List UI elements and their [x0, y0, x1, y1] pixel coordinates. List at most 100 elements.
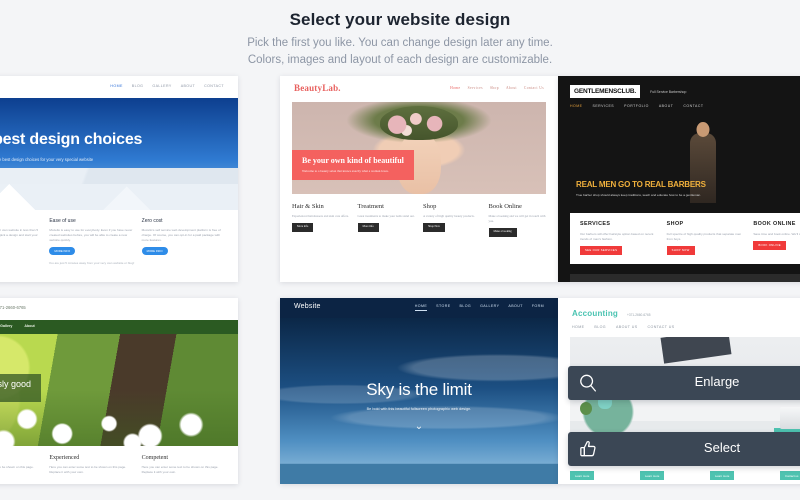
template3-nav-home[interactable]: HOME: [570, 104, 583, 109]
template1-column-1-text: You can create and publish your own webs…: [0, 227, 39, 237]
template1-nav-blog[interactable]: BLOG: [132, 84, 144, 89]
template1-navbar: WEBSITE HOME BLOG GALLERY ABOUT CONTACT: [0, 75, 238, 98]
template2-column-3: Shop A variety of high quality beauty pr…: [423, 202, 481, 237]
template-cell-2: BeautyLab. Home Services Shop About Cont…: [274, 75, 558, 282]
template3-nav-services[interactable]: SERVICES: [593, 104, 615, 109]
template1-column-3-button[interactable]: MORE INFO: [141, 246, 168, 255]
template3-column-2: SHOP Full spectre of high quality produc…: [666, 221, 746, 255]
template3-column-3-text: Save time and book online. We'll complet…: [753, 231, 800, 236]
template4-nav-gallery[interactable]: Gallery: [0, 324, 12, 329]
template-card-nature[interactable]: Nursery +371-2660-6765 Store Blog Galler…: [0, 297, 238, 484]
template4-column-1-title: Professional: [0, 454, 41, 463]
template5-nav-store[interactable]: STORE: [436, 304, 450, 311]
page-header: Select your website design Pick the firs…: [0, 0, 800, 76]
template2-column-1-button[interactable]: More info: [292, 222, 314, 232]
template1-hero: The best design choices Mozello gives yo…: [0, 98, 238, 210]
enlarge-button[interactable]: Enlarge: [568, 365, 800, 400]
template2-column-2-button[interactable]: More info: [357, 222, 379, 232]
desk-shadow-graphic: [660, 337, 732, 364]
template6-nav-contact-us[interactable]: CONTACT US: [648, 325, 675, 330]
template5-nav-form[interactable]: FORM: [532, 304, 544, 311]
template2-column-2-title: Treatment: [357, 202, 384, 210]
template1-column-2-button[interactable]: MORE INFO: [49, 246, 76, 255]
template4-column-3-text: Here you can enter some text to be shown…: [141, 465, 219, 475]
template3-nav-portfolio[interactable]: PORTFOLIO: [624, 104, 649, 109]
template1-nav-home[interactable]: HOME: [110, 84, 122, 89]
template5-nav-blog[interactable]: BLOG: [460, 304, 472, 311]
template1-nav-links: HOME BLOG GALLERY ABOUT CONTACT: [110, 84, 224, 89]
template6-column-3-button[interactable]: Learn more: [710, 471, 735, 481]
template5-nav-about[interactable]: ABOUT: [508, 304, 522, 311]
page-subtitle: Pick the first you like. You can change …: [0, 35, 800, 70]
template3-column-1-text: Our barbers will offer hairstyle option …: [580, 231, 654, 241]
template3-header: GENTLEMENSCLUB. Full Service Barbershop: [558, 76, 800, 98]
template2-nav-shop[interactable]: Shop: [490, 86, 499, 91]
template3-footer-bar: [570, 273, 800, 282]
template6-column-2-button[interactable]: Learn more: [640, 471, 665, 481]
template3-nav-contact[interactable]: CONTACT: [683, 104, 703, 109]
template-card-accounting[interactable]: Accounting +371-2660-6765 HOME BLOG ABOU…: [558, 297, 800, 484]
template2-column-1-title: Hair & Skin: [292, 202, 324, 210]
template1-column-1-title: Amazing speed: [0, 218, 41, 225]
template2-nav-services[interactable]: Services: [468, 86, 483, 91]
template5-logo: Website: [294, 303, 321, 311]
template2-column-4-text: Make a booking and we will get in touch …: [488, 213, 546, 223]
template3-column-1-button[interactable]: SEE OUR SERVICES: [580, 245, 623, 255]
template2-nav-home[interactable]: Home: [450, 86, 460, 91]
template3-hero-title: REAL MEN GO TO REAL BARBERS: [576, 179, 706, 189]
template3-column-2-text: Full spectre of high quality products th…: [666, 231, 742, 241]
chevron-down-icon[interactable]: ⌄: [280, 421, 558, 431]
template-card-beautylab[interactable]: BeautyLab. Home Services Shop About Cont…: [280, 75, 558, 282]
template3-column-3: BOOK ONLINE Save time and book online. W…: [753, 221, 800, 255]
template2-column-1-text: Experienced hairdressers and skin care o…: [292, 213, 349, 218]
template2-nav-about[interactable]: About: [506, 86, 517, 91]
template4-columns: Professional Here you can enter some tex…: [0, 446, 238, 482]
mountains-graphic: [280, 449, 558, 484]
template-cell-3: GENTLEMENSCLUB. Full Service Barbershop …: [548, 75, 800, 282]
template2-nav-links: Home Services Shop About Contact Us: [450, 86, 544, 91]
template1-nav-gallery[interactable]: GALLERY: [152, 84, 171, 89]
template2-logo: BeautyLab.: [294, 82, 341, 93]
template2-column-4: Book Online Make a booking and we will g…: [488, 202, 547, 237]
template4-hero-photo: Outrageously good Some descriptive text …: [0, 333, 238, 446]
template5-hero-text: Sky is the limit Be bold with this beaut…: [280, 378, 558, 432]
template3-nav-about[interactable]: ABOUT: [659, 104, 674, 109]
page-subtitle-line-2: Colors, images and layout of each design…: [247, 54, 553, 67]
template6-column-1-button[interactable]: Learn more: [570, 471, 595, 481]
template5-nav-gallery[interactable]: GALLERY: [480, 304, 499, 311]
template3-column-1-title: SERVICES: [580, 220, 611, 227]
template1-hero-title: The best design choices: [0, 130, 143, 148]
template-card-mozello-snow[interactable]: WEBSITE HOME BLOG GALLERY ABOUT CONTACT …: [0, 75, 238, 282]
template3-column-3-button[interactable]: BOOK ONLINE: [753, 240, 786, 250]
template2-column-4-button[interactable]: Make a booking: [488, 227, 517, 237]
template2-nav-contact-us[interactable]: Contact Us: [524, 86, 544, 91]
template6-nav-about-us[interactable]: ABOUT US: [616, 325, 638, 330]
template-card-gentlemensclub[interactable]: GENTLEMENSCLUB. Full Service Barbershop …: [558, 75, 800, 282]
template6-nav-blog[interactable]: BLOG: [594, 325, 606, 330]
template5-hero-title: Sky is the limit: [366, 379, 472, 399]
template2-column-1: Hair & Skin Experienced hairdressers and…: [292, 202, 350, 237]
template5-hero-subtitle: Be bold with this beautiful fullscreen p…: [366, 407, 472, 412]
template6-nav-home[interactable]: HOME: [572, 325, 584, 330]
template4-header: Nursery +371-2660-6765: [0, 297, 238, 320]
template2-columns: Hair & Skin Experienced hairdressers and…: [280, 194, 558, 243]
select-button[interactable]: Select: [568, 431, 800, 466]
template3-hero-photo: REAL MEN GO TO REAL BARBERS True barber …: [570, 117, 800, 203]
template1-nav-contact[interactable]: CONTACT: [204, 84, 224, 89]
template6-column-4-button[interactable]: Contact us: [780, 471, 800, 481]
template-card-sky[interactable]: Website HOME STORE BLOG GALLERY ABOUT FO…: [280, 297, 558, 484]
template3-column-1: SERVICES Our barbers will offer hairstyl…: [580, 221, 659, 255]
search-icon: [568, 372, 608, 394]
template3-tagline: Full Service Barbershop: [650, 89, 687, 94]
template1-nav-about[interactable]: ABOUT: [181, 84, 195, 89]
template5-hero: Sky is the limit Be bold with this beaut…: [280, 317, 558, 484]
template1-column-2: Ease of use Mozello is easy to use for e…: [49, 218, 133, 255]
template2-column-3-button[interactable]: Shop Now: [423, 222, 445, 232]
template4-column-2: Experienced Here you can enter some text…: [49, 454, 133, 476]
template4-nav-about[interactable]: About: [24, 324, 34, 329]
template4-column-2-text: Here you can enter some text to be shown…: [49, 465, 127, 475]
template4-hero-banner: Outrageously good Some descriptive text …: [0, 373, 42, 402]
template5-nav-home[interactable]: HOME: [414, 304, 428, 312]
template3-column-2-button[interactable]: SHOP NOW: [666, 245, 695, 255]
template2-column-4-title: Book Online: [488, 202, 522, 210]
